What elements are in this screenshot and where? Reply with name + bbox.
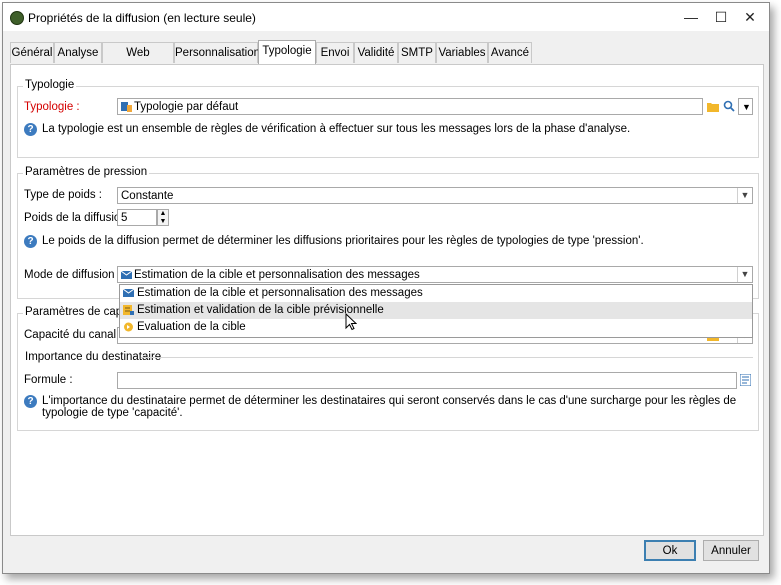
- mode-diffusion-label: Mode de diffusion :: [24, 269, 121, 281]
- typologie-value: Typologie par défaut: [134, 101, 239, 113]
- tab-personnalisation[interactable]: Personnalisation: [174, 42, 260, 63]
- play-circle-icon: [124, 322, 133, 332]
- formule-label: Formule :: [24, 374, 73, 386]
- tab-avance[interactable]: Avancé: [488, 42, 532, 63]
- chevron-down-icon: ▼: [737, 188, 752, 203]
- envelope-icon: [123, 288, 134, 297]
- typologie-group-title: Typologie: [23, 79, 77, 91]
- mode-option-estimation-validation[interactable]: Estimation et validation de la cible pré…: [120, 302, 752, 319]
- chevron-down-icon: ▼: [742, 102, 751, 112]
- tab-smtp[interactable]: SMTP: [398, 42, 436, 63]
- cancel-button[interactable]: Annuler: [703, 540, 759, 561]
- spin-down-icon[interactable]: ▼: [158, 218, 168, 226]
- pression-group-title: Paramètres de pression: [23, 166, 150, 178]
- window-title: Propriétés de la diffusion (en lecture s…: [28, 11, 256, 25]
- option-label: Evaluation de la cible: [137, 321, 246, 333]
- expression-editor-icon[interactable]: [740, 374, 751, 386]
- capacite-info-text: L'importance du destinataire permet de d…: [42, 395, 737, 419]
- capacite-canal-label: Capacité du canal :: [24, 329, 123, 341]
- spin-up-icon[interactable]: ▲: [158, 210, 168, 218]
- properties-dialog: Propriétés de la diffusion (en lecture s…: [2, 2, 770, 574]
- folder-icon[interactable]: [707, 101, 719, 112]
- tab-web-analytics[interactable]: Web Analytics: [102, 42, 174, 79]
- type-poids-value: Constante: [121, 190, 174, 202]
- info-icon: ?: [24, 235, 37, 248]
- mode-option-estimation-personnalisation[interactable]: Estimation de la cible et personnalisati…: [120, 285, 752, 302]
- typologie-group: [17, 86, 759, 158]
- tab-envoi[interactable]: Envoi: [316, 42, 354, 63]
- poids-value: 5: [121, 212, 128, 224]
- tab-typologie[interactable]: Typologie: [258, 40, 316, 64]
- mode-option-evaluation[interactable]: Evaluation de la cible: [120, 319, 752, 336]
- typologie-label: Typologie :: [24, 101, 80, 113]
- ok-button[interactable]: Ok: [644, 540, 696, 561]
- typologie-dropdown-button[interactable]: ▼: [738, 98, 753, 115]
- spin-buttons[interactable]: ▲ ▼: [157, 209, 169, 226]
- tab-general[interactable]: Général: [10, 42, 54, 63]
- tab-analyse[interactable]: Analyse: [54, 42, 102, 63]
- formule-field[interactable]: [117, 372, 737, 389]
- title-bar: Propriétés de la diffusion (en lecture s…: [3, 3, 769, 31]
- checklist-icon: [123, 305, 134, 315]
- envelope-icon: [121, 270, 132, 279]
- pression-info-text: Le poids de la diffusion permet de déter…: [42, 235, 644, 247]
- mode-diffusion-value: Estimation de la cible et personnalisati…: [134, 269, 420, 281]
- typologie-icon: [121, 102, 132, 112]
- mode-diffusion-dropdown-list: Estimation de la cible et personnalisati…: [119, 284, 753, 338]
- close-button[interactable]: ✕: [736, 7, 764, 27]
- app-logo-icon: [10, 11, 24, 25]
- typologie-field[interactable]: Typologie par défaut: [117, 98, 703, 115]
- type-poids-select[interactable]: Constante ▼: [117, 187, 753, 204]
- typologie-info-text: La typologie est un ensemble de règles d…: [42, 123, 631, 135]
- tab-content-typologie: Typologie Typologie : Typologie par défa…: [10, 64, 764, 536]
- type-poids-label: Type de poids :: [24, 189, 102, 201]
- tab-variables[interactable]: Variables: [436, 42, 488, 63]
- search-icon[interactable]: [723, 100, 735, 112]
- mouse-cursor-icon: [345, 313, 357, 331]
- info-icon: ?: [24, 123, 37, 136]
- maximize-button[interactable]: ☐: [707, 7, 735, 27]
- option-label: Estimation de la cible et personnalisati…: [137, 287, 423, 299]
- info-icon: ?: [24, 395, 37, 408]
- chevron-down-icon: ▼: [737, 267, 752, 282]
- mode-diffusion-select[interactable]: Estimation de la cible et personnalisati…: [117, 266, 753, 283]
- divider: [141, 357, 753, 358]
- tab-validite[interactable]: Validité: [354, 42, 398, 63]
- minimize-button[interactable]: —: [677, 7, 705, 27]
- poids-stepper[interactable]: 5: [117, 209, 157, 226]
